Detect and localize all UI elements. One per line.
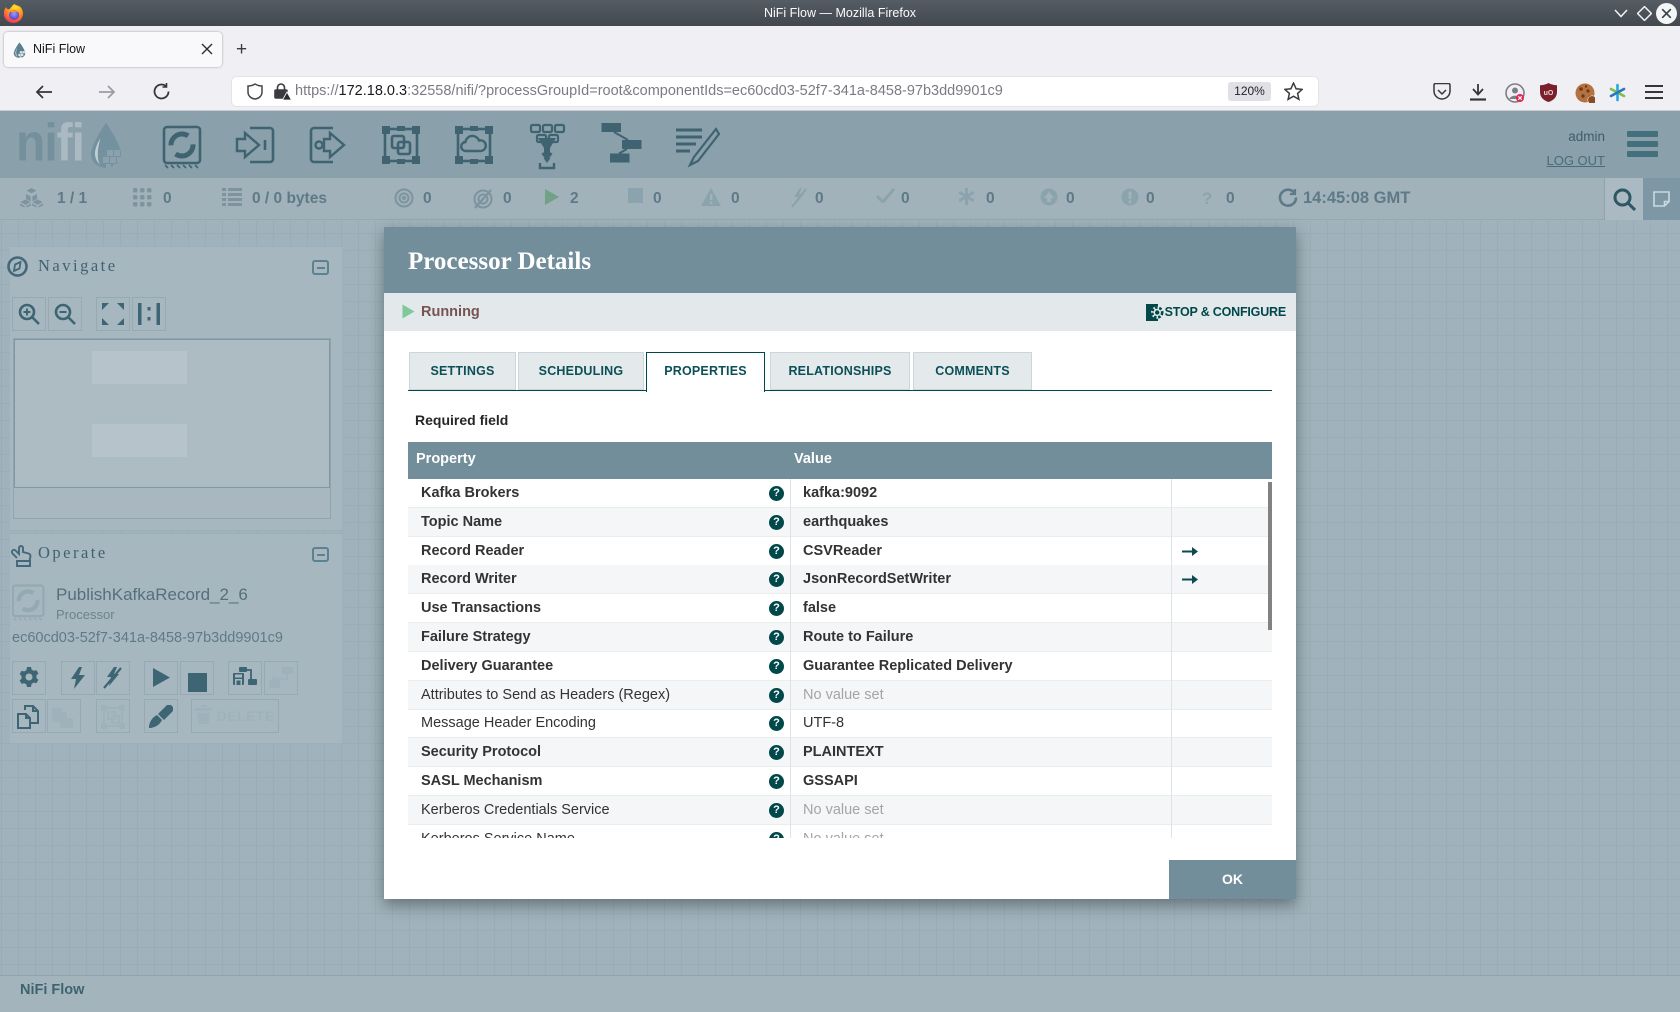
- svg-text:uO: uO: [1544, 90, 1554, 97]
